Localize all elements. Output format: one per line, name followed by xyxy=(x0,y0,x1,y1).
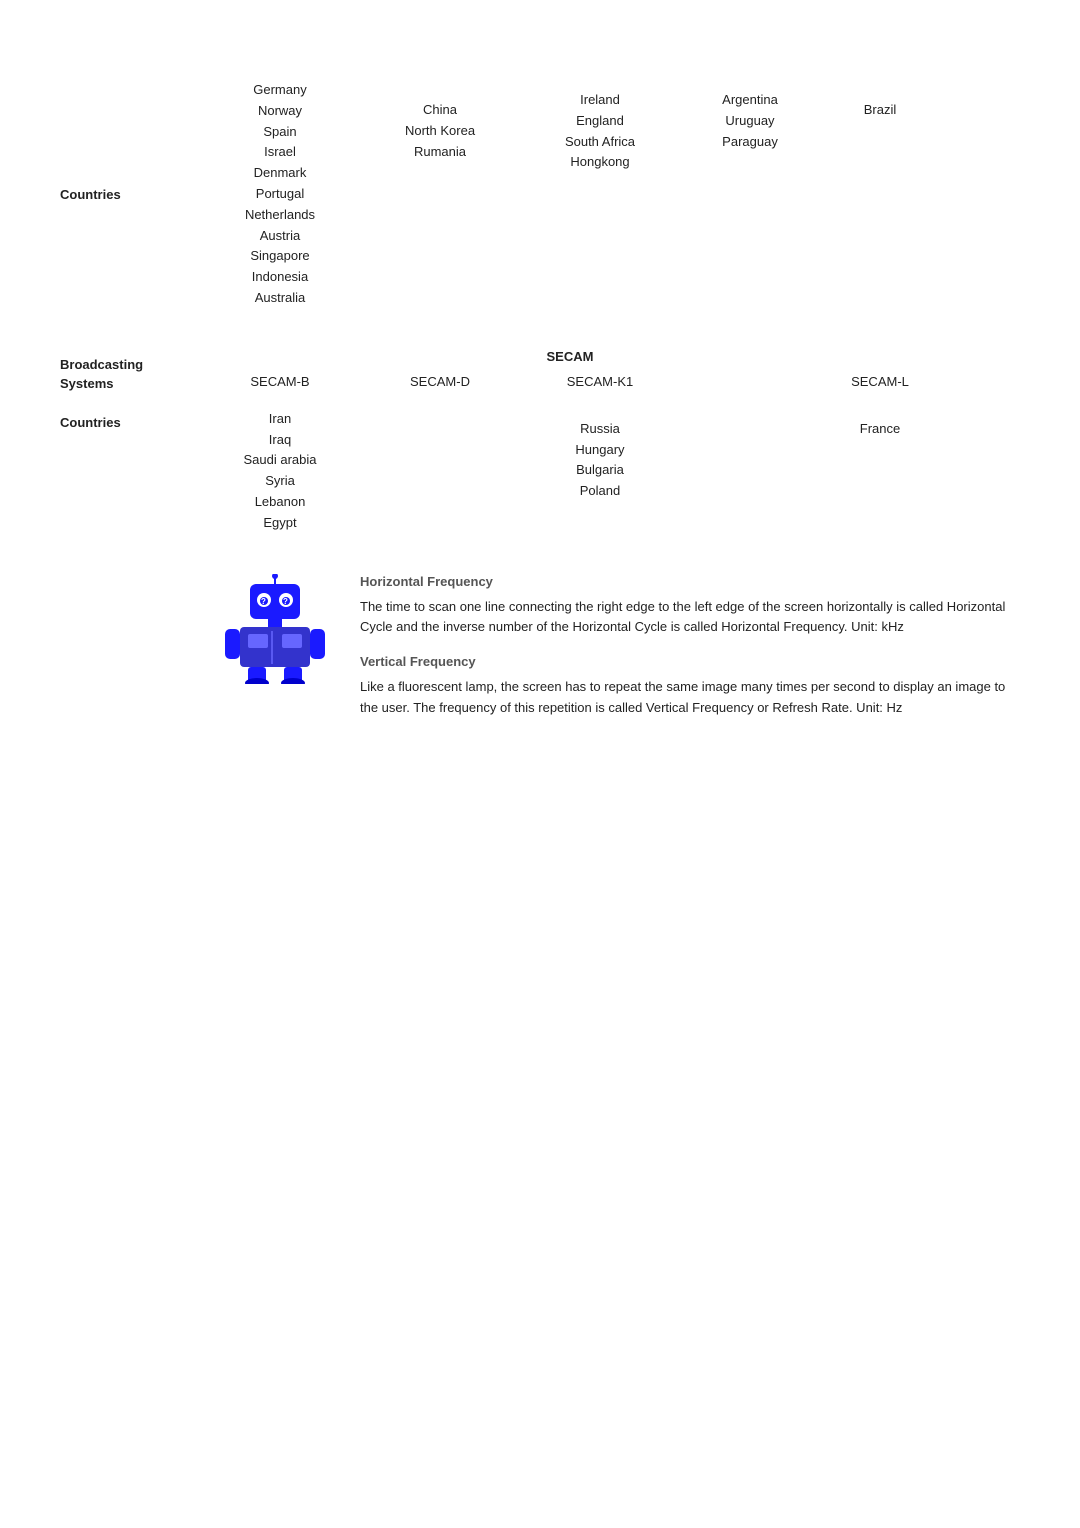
vertical-frequency-title: Vertical Frequency xyxy=(360,654,1020,669)
pal-col2-countries: China North Korea Rumania xyxy=(360,80,520,309)
secam-countries-label: Countries xyxy=(60,415,121,430)
secam-k1-header: SECAM-K1 xyxy=(520,374,680,389)
secam-col1-countries: Iran Iraq Saudi arabia Syria Lebanon Egy… xyxy=(200,409,360,534)
secam-col3-countries: Russia Hungary Bulgaria Poland xyxy=(520,409,680,534)
vertical-frequency-desc: Like a fluorescent lamp, the screen has … xyxy=(360,677,1020,719)
horizontal-frequency-desc: The time to scan one line connecting the… xyxy=(360,597,1020,639)
secam-title: SECAM xyxy=(200,349,940,374)
pal-countries-label: Countries xyxy=(60,187,121,202)
secam-b-header: SECAM-B xyxy=(200,374,360,389)
horizontal-frequency-title: Horizontal Frequency xyxy=(360,574,1020,589)
pal-col5-countries: Brazil xyxy=(820,80,940,309)
robot-icon: ? ? xyxy=(220,574,330,687)
broadcasting-systems-label: Broadcasting Systems xyxy=(60,355,143,394)
svg-text:?: ? xyxy=(261,597,266,606)
secam-col4-countries: France xyxy=(820,409,940,534)
frequency-text-container: Horizontal Frequency The time to scan on… xyxy=(360,574,1020,719)
pal-col3-countries: Ireland England South Africa Hongkong xyxy=(520,80,680,309)
secam-d-header: SECAM-D xyxy=(360,374,520,389)
secam-l-header: SECAM-L xyxy=(820,374,940,389)
pal-col4-countries: Argentina Uruguay Paraguay xyxy=(680,80,820,309)
pal-col1-countries: Germany Norway Spain Israel Denmark Port… xyxy=(200,80,360,309)
secam-col2-countries xyxy=(360,409,520,534)
svg-text:?: ? xyxy=(283,597,288,606)
